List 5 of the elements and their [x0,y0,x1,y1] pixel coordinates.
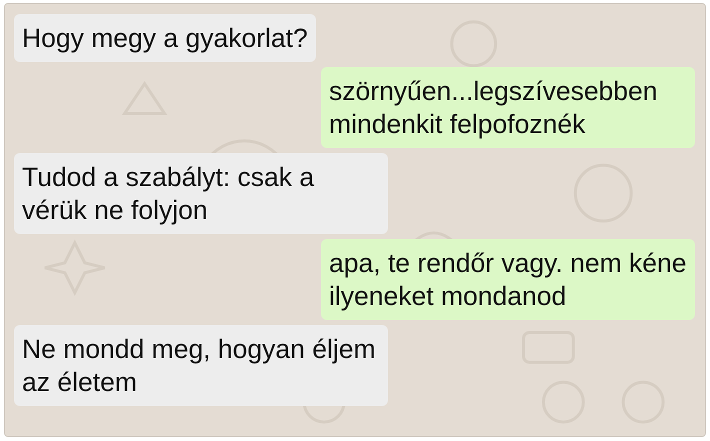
incoming-message: Hogy megy a gyakorlat? [14,14,316,62]
incoming-message: Tudod a szabályt: csak a vérük ne folyjon [14,153,388,234]
incoming-message: Ne mondd meg, hogyan éljem az életem [14,325,388,406]
outgoing-message: apa, te rendőr vagy. nem kéne ilyeneket mondanod [321,239,695,320]
outgoing-message: szörnyűen...legszívesebben mindenkit felpofoznék [321,67,695,148]
